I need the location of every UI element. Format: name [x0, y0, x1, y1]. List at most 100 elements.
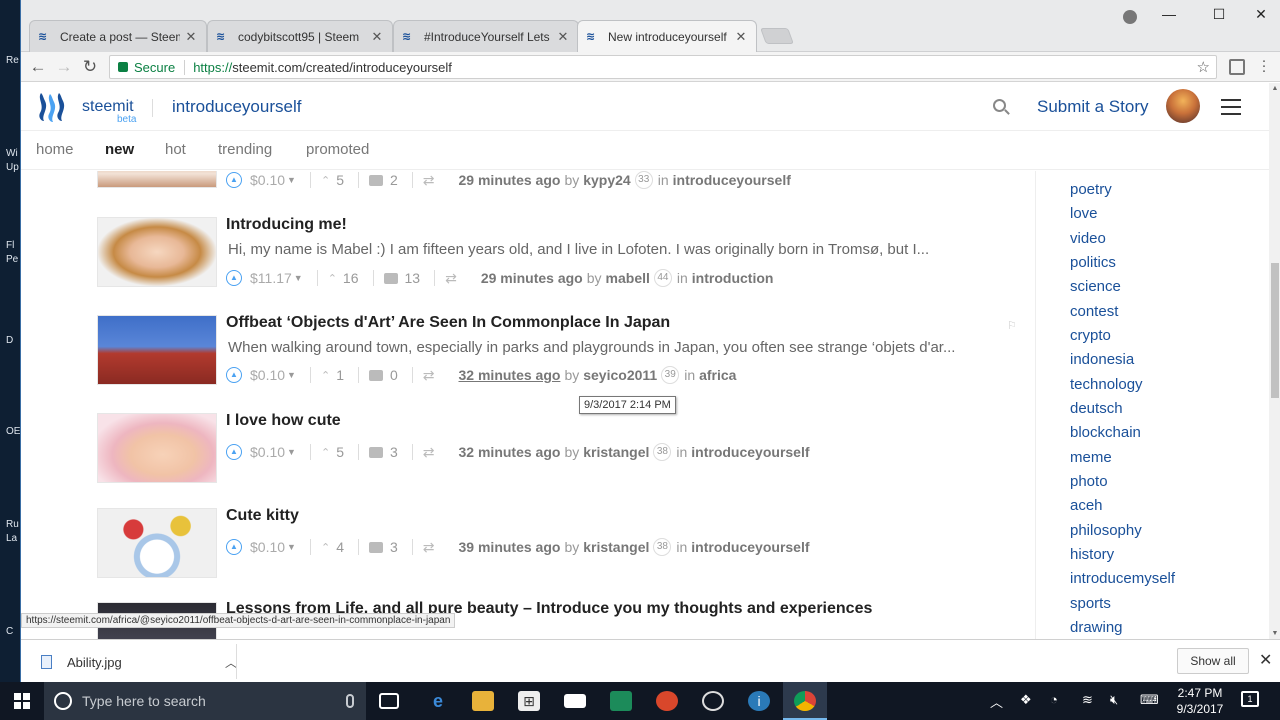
scrollbar-thumb[interactable]	[1271, 263, 1279, 398]
post-thumbnail[interactable]	[97, 508, 217, 578]
firefox-icon[interactable]	[656, 691, 678, 711]
user-account-icon[interactable]	[1123, 10, 1137, 24]
extension-icon[interactable]	[1229, 59, 1245, 75]
upvote-icon[interactable]: ▲	[226, 539, 242, 555]
tag-link[interactable]: deutsch	[1070, 400, 1123, 417]
submit-story-button[interactable]: Submit a Story	[1037, 97, 1149, 117]
browser-menu-icon[interactable]: · · ·	[1259, 53, 1269, 78]
resteem-icon[interactable]: ⇄	[423, 444, 435, 461]
wifi-icon[interactable]: ≋	[1082, 692, 1093, 708]
edge-browser-icon[interactable]: e	[427, 691, 449, 711]
payout[interactable]: $0.10	[250, 172, 285, 188]
post-thumbnail[interactable]	[97, 171, 217, 188]
post-time[interactable]: 29 minutes ago	[481, 270, 583, 286]
maximize-icon[interactable]: ☐	[1199, 6, 1239, 23]
post-category[interactable]: introduceyourself	[691, 539, 809, 555]
microphone-icon[interactable]	[346, 694, 354, 708]
vote-count[interactable]: 5	[336, 444, 344, 460]
comment-count[interactable]: 3	[390, 444, 398, 460]
taskbar-search-box[interactable]: Type here to search	[44, 682, 366, 720]
post-author[interactable]: kristangel	[583, 444, 649, 460]
payout[interactable]: $0.10	[250, 367, 285, 383]
address-bar[interactable]: Secure https://steemit.com/created/intro…	[109, 55, 1217, 79]
nav-new[interactable]: new	[105, 141, 134, 158]
post-title[interactable]: Cute kitty	[226, 507, 299, 525]
dropbox-icon[interactable]: ❖	[1020, 692, 1032, 708]
close-window-icon[interactable]: ✕	[1241, 6, 1280, 23]
tag-link[interactable]: technology	[1070, 376, 1143, 393]
post-category[interactable]: introduction	[692, 270, 774, 286]
tag-link[interactable]: history	[1070, 546, 1114, 563]
flag-icon[interactable]: ⚐	[1007, 319, 1017, 332]
chevron-down-icon[interactable]: ▼	[294, 273, 303, 283]
post-author[interactable]: seyico2011	[583, 367, 657, 383]
close-download-bar-icon[interactable]: ✕	[1259, 650, 1272, 670]
app-icon[interactable]	[702, 691, 724, 711]
tag-link[interactable]: introducemyself	[1070, 570, 1175, 587]
post-title[interactable]: Introducing me!	[226, 216, 347, 234]
comment-count[interactable]: 13	[405, 270, 421, 286]
notifications-icon[interactable]: 1	[1241, 691, 1259, 707]
network-icon[interactable]: ◔	[1050, 692, 1058, 707]
post-title[interactable]: I love how cute	[226, 412, 341, 430]
chevron-up-icon[interactable]: ︿	[990, 692, 1003, 711]
close-tab-icon[interactable]: ✕	[370, 29, 384, 45]
download-item[interactable]: Ability.jpg ︿	[41, 650, 237, 674]
post-category[interactable]: introduceyourself	[673, 172, 791, 188]
info-app-icon[interactable]: i	[748, 691, 770, 711]
post-title[interactable]: Offbeat ‘Objects d'Art’ Are Seen In Comm…	[226, 314, 670, 332]
post-time[interactable]: 32 minutes ago	[459, 367, 561, 383]
chevron-down-icon[interactable]: ▼	[287, 175, 296, 185]
post-category[interactable]: africa	[699, 367, 736, 383]
post-time[interactable]: 29 minutes ago	[459, 172, 561, 188]
vote-count[interactable]: 5	[336, 172, 344, 188]
comment-count[interactable]: 3	[390, 539, 398, 555]
close-tab-icon[interactable]: ✕	[734, 29, 748, 45]
reload-icon[interactable]: ↻	[79, 56, 101, 78]
post-author[interactable]: kristangel	[583, 539, 649, 555]
post-thumbnail[interactable]	[97, 217, 217, 287]
minimize-icon[interactable]: —	[1149, 6, 1189, 22]
windows-start-icon[interactable]	[14, 693, 30, 709]
chevron-down-icon[interactable]: ▼	[287, 542, 296, 552]
comment-count[interactable]: 2	[390, 172, 398, 188]
vote-count[interactable]: 16	[343, 270, 359, 286]
tag-link[interactable]: contest	[1070, 303, 1118, 320]
new-tab-button[interactable]	[760, 28, 794, 44]
url-text[interactable]: https://steemit.com/created/introduceyou…	[185, 60, 452, 75]
resteem-icon[interactable]: ⇄	[445, 270, 457, 287]
avatar[interactable]	[1166, 89, 1200, 123]
post-time[interactable]: 39 minutes ago	[459, 539, 561, 555]
tag-link[interactable]: drawing	[1070, 619, 1123, 636]
tag-link[interactable]: blockchain	[1070, 424, 1141, 441]
volume-muted-icon[interactable]: 🔇︎	[1110, 692, 1118, 708]
task-view-icon[interactable]	[379, 693, 399, 709]
tag-link[interactable]: sports	[1070, 595, 1111, 612]
nav-home[interactable]: home	[36, 141, 74, 158]
upvote-icon[interactable]: ▲	[226, 367, 242, 383]
file-explorer-icon[interactable]	[472, 691, 494, 711]
resteem-icon[interactable]: ⇄	[423, 172, 435, 189]
shield-icon[interactable]	[610, 691, 632, 711]
post-author[interactable]: mabell	[606, 270, 650, 286]
scroll-down-icon[interactable]: ▼	[1269, 630, 1280, 637]
post-excerpt[interactable]: When walking around town, especially in …	[228, 339, 998, 356]
tag-link[interactable]: meme	[1070, 449, 1112, 466]
tab-new-introduceyourself[interactable]: ≋ New introduceyourself p ✕	[577, 20, 757, 53]
tag-link[interactable]: health	[1070, 171, 1111, 174]
tab-create-post[interactable]: ≋ Create a post — Steemit ✕	[29, 20, 207, 52]
upvote-icon[interactable]: ▲	[226, 172, 242, 188]
back-icon[interactable]: ←	[27, 56, 49, 78]
tag-link[interactable]: video	[1070, 230, 1106, 247]
tag-link[interactable]: crypto	[1070, 327, 1111, 344]
tag-link[interactable]: science	[1070, 278, 1121, 295]
payout[interactable]: $0.10	[250, 539, 285, 555]
nav-promoted[interactable]: promoted	[306, 141, 369, 158]
vote-count[interactable]: 1	[336, 367, 344, 383]
vote-count[interactable]: 4	[336, 539, 344, 555]
close-tab-icon[interactable]: ✕	[556, 29, 570, 45]
bookmark-star-icon[interactable]: ☆	[1197, 58, 1210, 76]
community-title[interactable]: introduceyourself	[172, 97, 301, 117]
tag-link[interactable]: indonesia	[1070, 351, 1134, 368]
show-all-downloads-button[interactable]: Show all	[1177, 648, 1249, 674]
